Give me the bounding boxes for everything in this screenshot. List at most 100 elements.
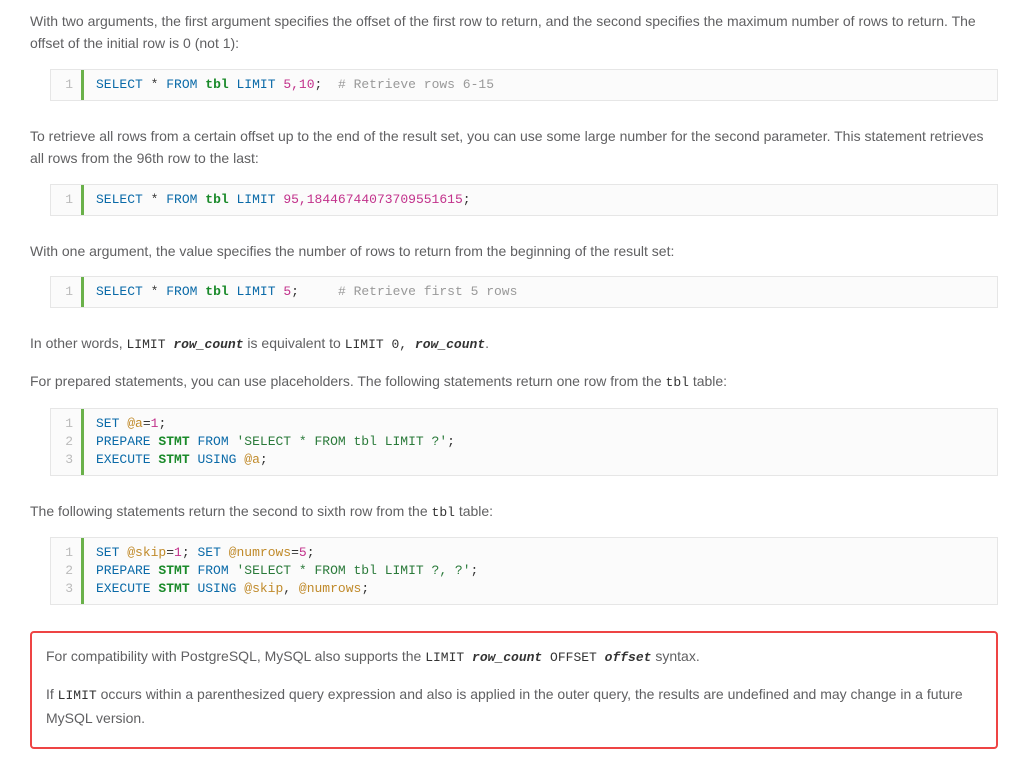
keyword-select: SELECT [96, 77, 143, 92]
code-inline-italic: offset [605, 650, 652, 665]
code-content: SET @skip=1; SET @numrows=5; PREPARE STM… [84, 538, 490, 604]
number-literal: 5 [299, 545, 307, 560]
user-var: @a [127, 416, 143, 431]
code-inline: LIMIT [127, 337, 174, 352]
code-inline-italic: row_count [415, 337, 485, 352]
paragraph-one-arg: With one argument, the value specifies t… [30, 240, 998, 262]
line-number: 1 [51, 191, 81, 209]
text: . [485, 335, 489, 351]
semicolon: ; [463, 192, 471, 207]
paragraph-postgres-compat: For compatibility with PostgreSQL, MySQL… [46, 645, 982, 669]
paragraph-all-from-offset: To retrieve all rows from a certain offs… [30, 125, 998, 170]
keyword-set: SET [197, 545, 220, 560]
text: occurs within a parenthesized query expr… [46, 686, 963, 726]
code-block-large-offset: 1 SELECT * FROM tbl LIMIT 95,18446744073… [50, 184, 998, 216]
semicolon: ; [158, 416, 166, 431]
table-name: tbl [205, 192, 228, 207]
equals: = [166, 545, 174, 560]
code-inline-italic: row_count [472, 650, 542, 665]
table-name: tbl [205, 284, 228, 299]
paragraph-parenthesized-warning: If LIMIT occurs within a parenthesized q… [46, 683, 982, 729]
comment: # Retrieve rows 6-15 [338, 77, 494, 92]
text: syntax. [651, 648, 699, 664]
semicolon: ; [447, 434, 455, 449]
code-content: SELECT * FROM tbl LIMIT 5,10; # Retrieve… [84, 70, 506, 100]
semicolon: ; [182, 545, 198, 560]
code-content: SELECT * FROM tbl LIMIT 95,1844674407370… [84, 185, 483, 215]
code-inline: LIMIT [58, 688, 97, 703]
semicolon: ; [307, 545, 315, 560]
semicolon: ; [471, 563, 479, 578]
keyword-select: SELECT [96, 284, 143, 299]
code-content: SELECT * FROM tbl LIMIT 5; # Retrieve fi… [84, 277, 529, 307]
keyword-execute: EXECUTE [96, 581, 151, 596]
string-literal: 'SELECT * FROM tbl LIMIT ?, ?' [236, 563, 470, 578]
code-inline: tbl [666, 375, 689, 390]
text: The following statements return the seco… [30, 503, 432, 519]
code-block-limit-one-arg: 1 SELECT * FROM tbl LIMIT 5; # Retrieve … [50, 276, 998, 308]
code-block-prepare-two: 1 2 3 SET @skip=1; SET @numrows=5; PREPA… [50, 537, 998, 605]
table-name: tbl [205, 77, 228, 92]
line-number: 3 [51, 451, 81, 469]
keyword-from: FROM [166, 192, 197, 207]
code-block-prepare-one: 1 2 3 SET @a=1; PREPARE STMT FROM 'SELEC… [50, 408, 998, 476]
code-content: SET @a=1; PREPARE STMT FROM 'SELECT * FR… [84, 409, 467, 475]
line-gutter: 1 [51, 277, 84, 307]
text: table: [689, 373, 727, 389]
line-gutter: 1 [51, 185, 84, 215]
line-gutter: 1 2 3 [51, 409, 84, 475]
keyword-prepare: PREPARE [96, 563, 151, 578]
stmt-name: STMT [158, 434, 189, 449]
keyword-limit: LIMIT [237, 192, 276, 207]
semicolon: ; [291, 284, 299, 299]
keyword-using: USING [197, 452, 236, 467]
keyword-from: FROM [166, 77, 197, 92]
keyword-from: FROM [197, 434, 228, 449]
keyword-from: FROM [197, 563, 228, 578]
line-number: 1 [51, 544, 81, 562]
user-var: @numrows [299, 581, 361, 596]
equals: = [143, 416, 151, 431]
paragraph-prepared: For prepared statements, you can use pla… [30, 370, 998, 394]
keyword-limit: LIMIT [237, 284, 276, 299]
code-inline: LIMIT 0, [345, 337, 415, 352]
number-literal: 5,10 [283, 77, 314, 92]
star: * [151, 284, 159, 299]
keyword-set: SET [96, 545, 119, 560]
line-gutter: 1 [51, 70, 84, 100]
text: table: [455, 503, 493, 519]
line-number: 3 [51, 580, 81, 598]
line-number: 2 [51, 433, 81, 451]
stmt-name: STMT [158, 581, 189, 596]
line-number: 1 [51, 283, 81, 301]
text: If [46, 686, 58, 702]
line-gutter: 1 2 3 [51, 538, 84, 604]
line-number: 1 [51, 76, 81, 94]
highlighted-callout: For compatibility with PostgreSQL, MySQL… [30, 631, 998, 749]
paragraph-equivalence: In other words, LIMIT row_count is equiv… [30, 332, 998, 356]
number-literal: 95,18446744073709551615 [283, 192, 462, 207]
code-inline: LIMIT [425, 650, 472, 665]
number-literal: 1 [174, 545, 182, 560]
user-var: @numrows [229, 545, 291, 560]
keyword-select: SELECT [96, 192, 143, 207]
code-inline: OFFSET [542, 650, 604, 665]
code-block-limit-two-args: 1 SELECT * FROM tbl LIMIT 5,10; # Retrie… [50, 69, 998, 101]
semicolon: ; [315, 77, 323, 92]
code-inline: tbl [432, 505, 455, 520]
text: For prepared statements, you can use pla… [30, 373, 666, 389]
keyword-execute: EXECUTE [96, 452, 151, 467]
keyword-from: FROM [166, 284, 197, 299]
stmt-name: STMT [158, 563, 189, 578]
semicolon: ; [260, 452, 268, 467]
code-inline-italic: row_count [173, 337, 243, 352]
string-literal: 'SELECT * FROM tbl LIMIT ?' [236, 434, 447, 449]
user-var: @skip [244, 581, 283, 596]
line-number: 1 [51, 415, 81, 433]
keyword-using: USING [197, 581, 236, 596]
keyword-set: SET [96, 416, 119, 431]
stmt-name: STMT [158, 452, 189, 467]
user-var: @a [244, 452, 260, 467]
comment: # Retrieve first 5 rows [338, 284, 517, 299]
star: * [151, 77, 159, 92]
